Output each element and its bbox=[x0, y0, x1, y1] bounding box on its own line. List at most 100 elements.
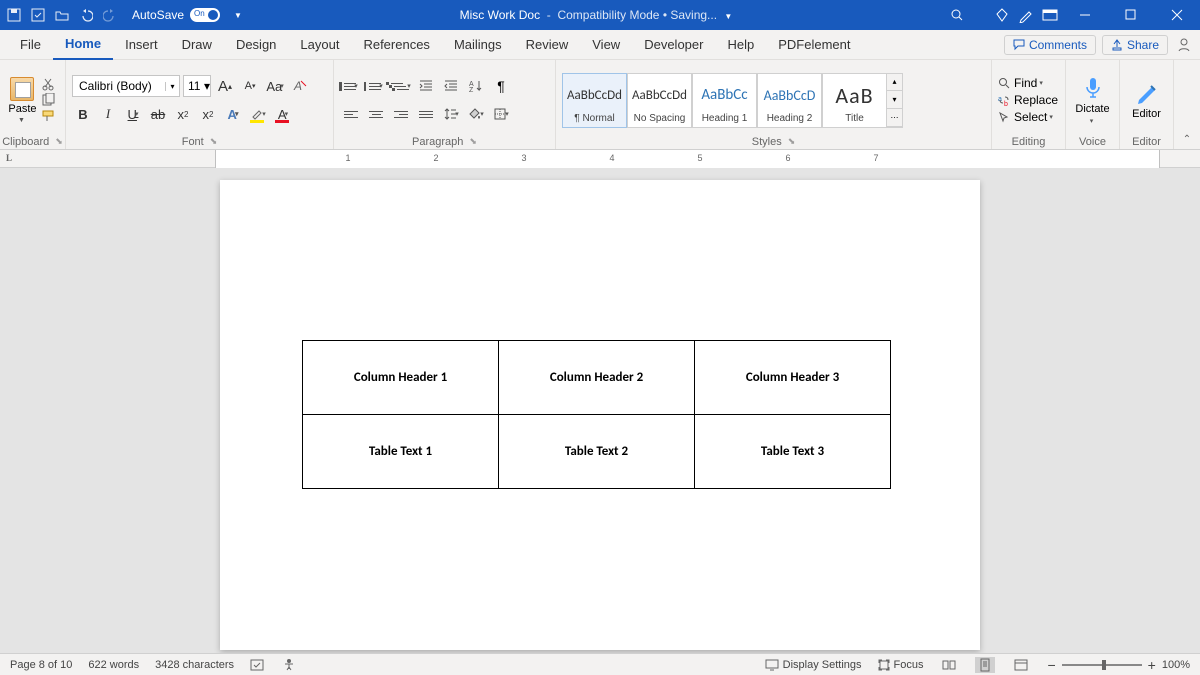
tab-insert[interactable]: Insert bbox=[113, 30, 170, 60]
minimize-button[interactable] bbox=[1066, 0, 1104, 30]
sort-button[interactable]: AZ bbox=[465, 76, 487, 96]
copy-icon[interactable] bbox=[41, 93, 57, 107]
table-cell[interactable]: Column Header 3 bbox=[695, 341, 891, 415]
cut-icon[interactable] bbox=[41, 77, 57, 91]
save-icon[interactable] bbox=[4, 5, 24, 25]
font-name-combo[interactable]: Calibri (Body)▾ bbox=[72, 75, 180, 97]
document-table[interactable]: Column Header 1 Column Header 2 Column H… bbox=[302, 340, 891, 489]
find-button[interactable]: Find▾ bbox=[998, 76, 1043, 90]
tab-file[interactable]: File bbox=[8, 30, 53, 60]
undo-icon[interactable] bbox=[76, 5, 96, 25]
bold-button[interactable]: B bbox=[72, 103, 94, 125]
borders-button[interactable]: ▾ bbox=[490, 104, 512, 124]
increase-indent-button[interactable] bbox=[440, 76, 462, 96]
justify-button[interactable] bbox=[415, 104, 437, 124]
style-heading-2[interactable]: AaBbCcDHeading 2 bbox=[757, 73, 822, 128]
pencil-icon[interactable] bbox=[1018, 7, 1034, 23]
select-button[interactable]: Select▾ bbox=[998, 110, 1053, 124]
accessibility-icon[interactable] bbox=[282, 658, 296, 672]
comments-button[interactable]: Comments bbox=[1004, 35, 1096, 55]
word-count[interactable]: 622 words bbox=[88, 659, 139, 671]
table-cell[interactable]: Column Header 1 bbox=[303, 341, 499, 415]
redo-icon[interactable] bbox=[100, 5, 120, 25]
tab-mailings[interactable]: Mailings bbox=[442, 30, 514, 60]
tab-review[interactable]: Review bbox=[514, 30, 581, 60]
search-icon[interactable] bbox=[950, 8, 964, 22]
styles-dialog-icon[interactable]: ⬊ bbox=[788, 136, 796, 148]
tab-view[interactable]: View bbox=[580, 30, 632, 60]
change-case-icon[interactable]: Aa▾ bbox=[264, 75, 286, 97]
tab-draw[interactable]: Draw bbox=[170, 30, 224, 60]
italic-button[interactable]: I bbox=[97, 103, 119, 125]
text-effects-icon[interactable]: A▾ bbox=[222, 103, 244, 125]
account-icon[interactable] bbox=[1176, 37, 1192, 53]
table-cell[interactable]: Table Text 3 bbox=[695, 415, 891, 489]
tab-home[interactable]: Home bbox=[53, 30, 113, 60]
qat-more-icon[interactable]: ▼ bbox=[234, 11, 242, 20]
highlight-button[interactable]: ▾ bbox=[247, 103, 269, 125]
quick-save-icon[interactable] bbox=[28, 5, 48, 25]
style--normal[interactable]: AaBbCcDd¶ Normal bbox=[562, 73, 627, 128]
paragraph-dialog-icon[interactable]: ⬊ bbox=[469, 136, 477, 148]
underline-button[interactable]: U▾ bbox=[122, 103, 144, 125]
shrink-font-icon[interactable]: A▾ bbox=[239, 75, 261, 97]
styles-more-button[interactable]: ▴▾⋯ bbox=[887, 73, 903, 128]
strikethrough-button[interactable]: ab bbox=[147, 103, 169, 125]
zoom-in-button[interactable]: + bbox=[1148, 657, 1156, 673]
spellcheck-icon[interactable] bbox=[250, 658, 266, 672]
font-size-combo[interactable]: 11▾ bbox=[183, 75, 211, 97]
font-dialog-icon[interactable]: ⬊ bbox=[210, 136, 218, 148]
collapse-ribbon-button[interactable]: ⌃ bbox=[1174, 60, 1200, 149]
tab-developer[interactable]: Developer bbox=[632, 30, 715, 60]
tab-design[interactable]: Design bbox=[224, 30, 288, 60]
web-layout-icon[interactable] bbox=[1011, 657, 1031, 673]
table-cell[interactable]: Table Text 1 bbox=[303, 415, 499, 489]
font-color-button[interactable]: A▾ bbox=[272, 103, 294, 125]
numbering-button[interactable]: ▾ bbox=[365, 76, 387, 96]
zoom-out-button[interactable]: − bbox=[1047, 657, 1055, 673]
style-no-spacing[interactable]: AaBbCcDdNo Spacing bbox=[627, 73, 692, 128]
ribbon-display-icon[interactable] bbox=[1042, 9, 1058, 21]
zoom-slider[interactable] bbox=[1062, 664, 1142, 666]
page-indicator[interactable]: Page 8 of 10 bbox=[10, 659, 72, 671]
clear-format-icon[interactable]: A bbox=[289, 75, 311, 97]
align-left-button[interactable] bbox=[340, 104, 362, 124]
grow-font-icon[interactable]: A▴ bbox=[214, 75, 236, 97]
bullets-button[interactable]: ▾ bbox=[340, 76, 362, 96]
close-button[interactable] bbox=[1158, 0, 1196, 30]
focus-button[interactable]: Focus bbox=[878, 659, 924, 671]
share-button[interactable]: Share bbox=[1102, 35, 1168, 55]
autosave-toggle[interactable]: AutoSave On ▼ bbox=[132, 8, 242, 22]
align-right-button[interactable] bbox=[390, 104, 412, 124]
document-canvas[interactable]: Column Header 1 Column Header 2 Column H… bbox=[0, 168, 1200, 653]
style-heading-1[interactable]: AaBbCcHeading 1 bbox=[692, 73, 757, 128]
read-mode-icon[interactable] bbox=[939, 657, 959, 673]
decrease-indent-button[interactable] bbox=[415, 76, 437, 96]
table-cell[interactable]: Column Header 2 bbox=[499, 341, 695, 415]
page[interactable]: Column Header 1 Column Header 2 Column H… bbox=[220, 180, 980, 650]
align-center-button[interactable] bbox=[365, 104, 387, 124]
superscript-button[interactable]: x2 bbox=[197, 103, 219, 125]
paste-button[interactable]: Paste ▼ bbox=[8, 77, 36, 124]
multilevel-button[interactable]: ▾ bbox=[390, 76, 412, 96]
format-painter-icon[interactable] bbox=[41, 109, 57, 123]
style-title[interactable]: AaBTitle bbox=[822, 73, 887, 128]
folder-icon[interactable] bbox=[52, 5, 72, 25]
shading-button[interactable]: ▾ bbox=[465, 104, 487, 124]
print-layout-icon[interactable] bbox=[975, 657, 995, 673]
replace-button[interactable]: abReplace bbox=[998, 93, 1058, 107]
display-settings-button[interactable]: Display Settings bbox=[765, 659, 862, 671]
editor-button[interactable]: Editor bbox=[1126, 64, 1167, 136]
zoom-level[interactable]: 100% bbox=[1162, 659, 1190, 671]
table-cell[interactable]: Table Text 2 bbox=[499, 415, 695, 489]
tab-references[interactable]: References bbox=[351, 30, 441, 60]
line-spacing-button[interactable]: ▾ bbox=[440, 104, 462, 124]
tab-layout[interactable]: Layout bbox=[288, 30, 351, 60]
clipboard-dialog-icon[interactable]: ⬊ bbox=[55, 136, 63, 148]
tab-selector-icon[interactable]: L bbox=[6, 153, 12, 163]
tab-help[interactable]: Help bbox=[715, 30, 766, 60]
subscript-button[interactable]: x2 bbox=[172, 103, 194, 125]
show-marks-button[interactable]: ¶ bbox=[490, 76, 512, 96]
dictate-button[interactable]: Dictate▾ bbox=[1072, 64, 1113, 136]
diamond-icon[interactable] bbox=[994, 7, 1010, 23]
